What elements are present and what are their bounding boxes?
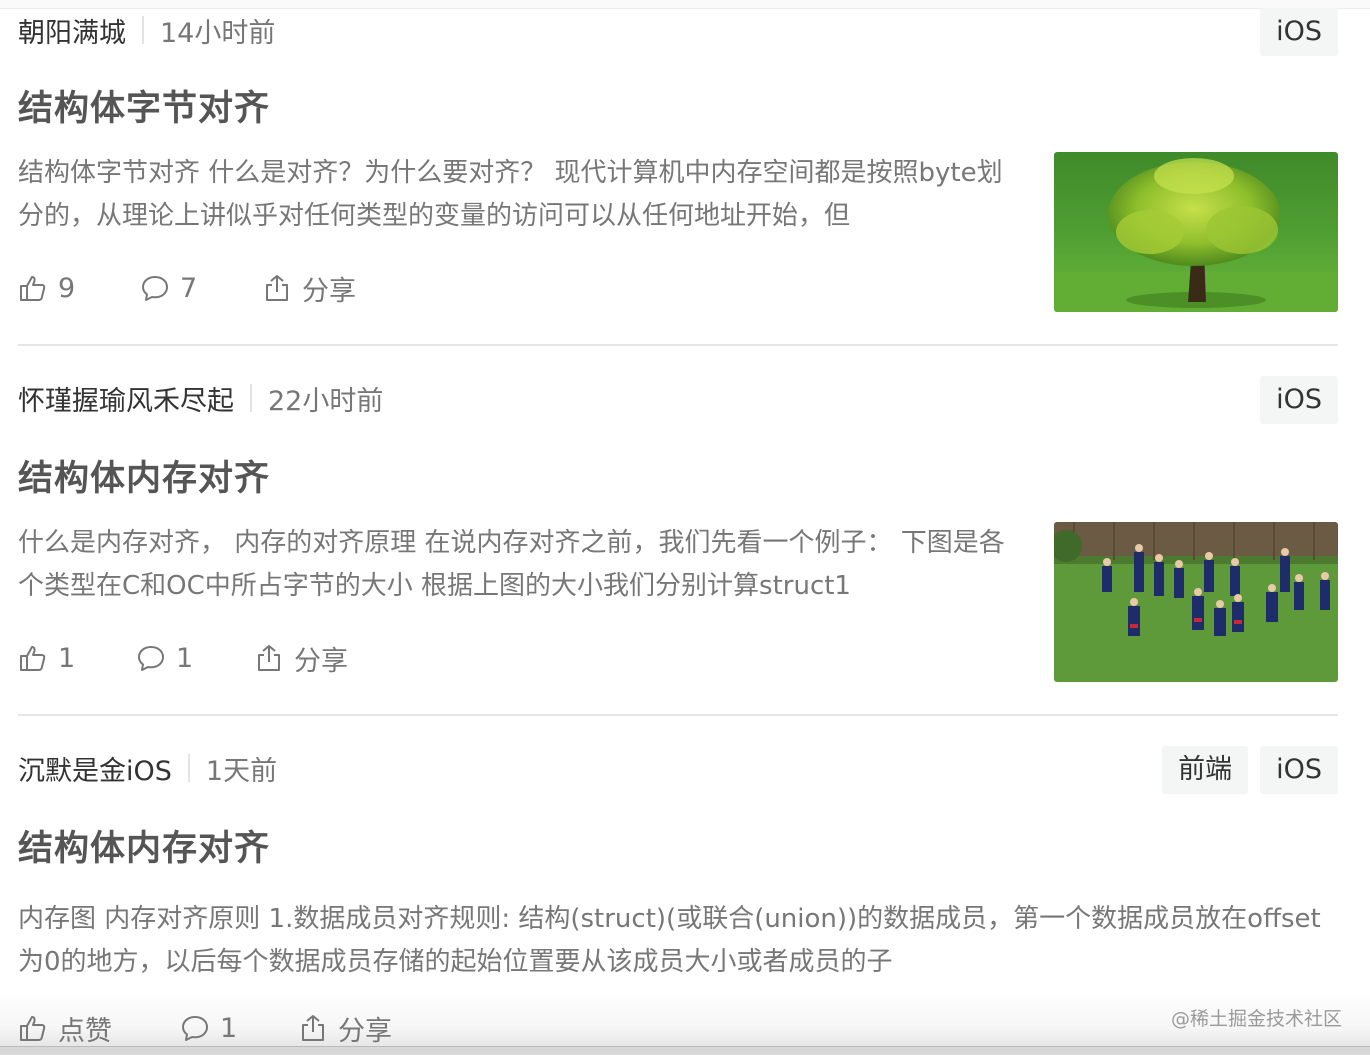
like-count: 9 xyxy=(58,272,76,304)
share-label: 分享 xyxy=(302,275,356,307)
tag-list: iOS xyxy=(1260,376,1338,424)
comment-count: 1 xyxy=(220,1012,238,1044)
article-actions: 1 1 分享 xyxy=(18,636,348,680)
post-time: 14小时前 xyxy=(160,17,276,49)
author-name[interactable]: 沉默是金iOS xyxy=(18,749,172,788)
share-label: 分享 xyxy=(294,645,348,677)
share-icon xyxy=(266,275,288,301)
tag[interactable]: iOS xyxy=(1260,376,1338,424)
tag[interactable]: iOS xyxy=(1260,746,1338,794)
meta-divider xyxy=(250,384,252,412)
like-button[interactable]: 9 xyxy=(18,266,140,310)
watermark: @稀土掘金技术社区 xyxy=(1170,1008,1342,1030)
share-icon xyxy=(258,645,280,671)
share-icon xyxy=(302,1015,324,1041)
comment-button[interactable]: 7 xyxy=(140,266,262,310)
article-item[interactable]: 怀瑾握瑜风禾尽起 22小时前 iOS 结构体内存对齐 什么是内存对齐， 内存的对… xyxy=(18,346,1338,716)
share-button[interactable]: 分享 xyxy=(298,1006,392,1050)
article-meta: 朝阳满城 14小时前 xyxy=(18,8,275,52)
rugby-photo xyxy=(1054,522,1338,682)
article-title[interactable]: 结构体内存对齐 xyxy=(18,820,270,871)
like-button[interactable]: 1 xyxy=(18,636,136,680)
article-item[interactable]: 沉默是金iOS 1天前 前端 iOS 结构体内存对齐 内存图 内存对齐原则 1.… xyxy=(18,716,1338,1056)
post-time: 22小时前 xyxy=(268,385,384,417)
like-count: 1 xyxy=(58,642,76,674)
author-name[interactable]: 朝阳满城 xyxy=(18,11,126,50)
comment-button[interactable]: 1 xyxy=(136,636,254,680)
tag[interactable]: 前端 xyxy=(1162,746,1249,794)
tag-list: 前端 iOS xyxy=(1162,746,1338,794)
comment-icon xyxy=(182,1016,208,1041)
article-abstract[interactable]: 什么是内存对齐， 内存的对齐原理 在说内存对齐之前，我们先看一个例子： 下图是各… xyxy=(18,522,1028,608)
comment-button[interactable]: 1 xyxy=(180,1006,298,1050)
comment-count: 7 xyxy=(180,272,198,304)
thumbs-up-icon xyxy=(20,1016,46,1041)
share-button[interactable]: 分享 xyxy=(254,636,348,680)
article-thumbnail[interactable] xyxy=(1054,152,1338,312)
article-item[interactable]: 朝阳满城 14小时前 iOS 结构体字节对齐 结构体字节对齐 什么是对齐？为什么… xyxy=(18,8,1338,346)
meta-divider xyxy=(187,754,190,782)
share-button[interactable]: 分享 xyxy=(262,266,356,310)
comment-icon xyxy=(138,646,164,671)
author-name[interactable]: 怀瑾握瑜风禾尽起 xyxy=(18,379,234,418)
article-abstract[interactable]: 结构体字节对齐 什么是对齐？为什么要对齐？ 现代计算机中内存空间都是按照byte… xyxy=(18,152,1028,238)
article-title[interactable]: 结构体字节对齐 xyxy=(18,80,270,131)
comment-count: 1 xyxy=(176,642,194,674)
article-title[interactable]: 结构体内存对齐 xyxy=(18,450,270,501)
article-thumbnail[interactable] xyxy=(1054,522,1338,682)
tree-photo xyxy=(1054,152,1338,312)
article-meta: 怀瑾握瑜风禾尽起 22小时前 xyxy=(18,376,383,420)
tag-list: iOS xyxy=(1260,8,1338,56)
tag[interactable]: iOS xyxy=(1260,8,1338,56)
post-time: 1天前 xyxy=(205,755,278,787)
thumbs-up-icon xyxy=(20,646,46,671)
meta-divider xyxy=(142,16,144,44)
article-actions: 点赞 1 分享 xyxy=(18,1006,392,1050)
article-abstract[interactable]: 内存图 内存对齐原则 1.数据成员对齐规则: 结构(struct)(或联合(un… xyxy=(18,898,1338,984)
article-actions: 9 7 分享 xyxy=(18,266,356,310)
share-label: 分享 xyxy=(338,1015,392,1047)
like-label: 点赞 xyxy=(58,1015,112,1047)
article-feed: 朝阳满城 14小时前 iOS 结构体字节对齐 结构体字节对齐 什么是对齐？为什么… xyxy=(18,8,1338,1056)
like-button[interactable]: 点赞 xyxy=(18,1006,180,1050)
article-meta: 沉默是金iOS 1天前 xyxy=(18,746,277,790)
comment-icon xyxy=(142,276,168,301)
thumbs-up-icon xyxy=(20,276,46,301)
